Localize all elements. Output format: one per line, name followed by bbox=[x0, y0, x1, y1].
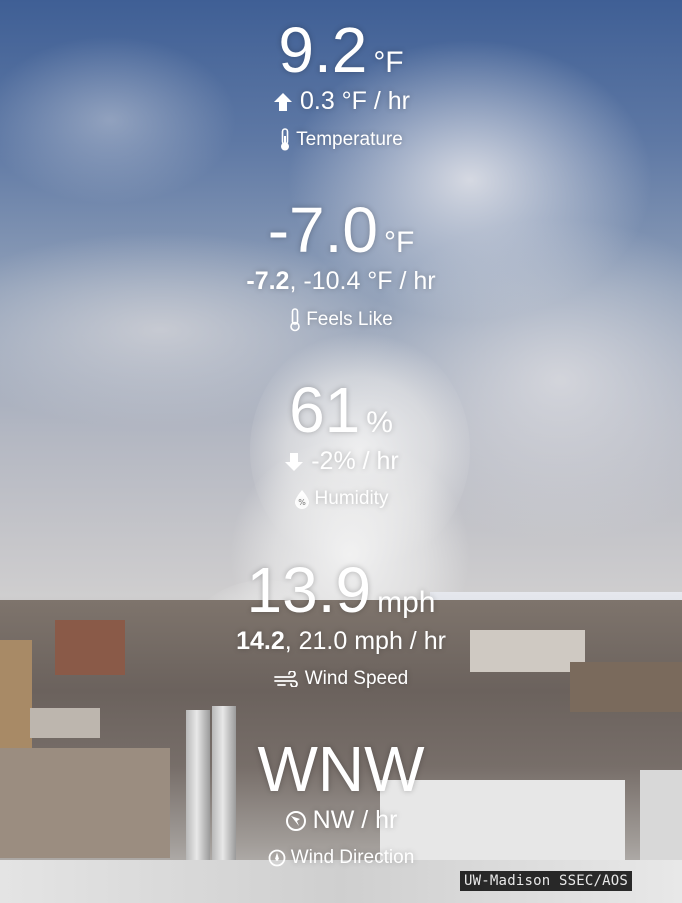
humidity-trend: -2% / hr bbox=[311, 447, 399, 475]
wind-speed-value: 13.9 bbox=[246, 554, 372, 626]
arrow-down-icon bbox=[283, 451, 305, 473]
wind-direction-value: WNW bbox=[257, 733, 425, 805]
wind-speed-extra: , 21.0 mph / hr bbox=[284, 627, 446, 655]
image-credit: UW-Madison SSEC/AOS bbox=[460, 871, 632, 891]
humidity-value: 61 bbox=[289, 374, 361, 446]
wind-icon bbox=[273, 670, 300, 687]
arrow-up-icon bbox=[272, 91, 294, 113]
humidity-label: Humidity bbox=[314, 487, 389, 509]
compass-icon bbox=[268, 849, 286, 867]
feels-like-extra: , -10.4 °F / hr bbox=[289, 267, 436, 295]
wind-speed-reading: 13.9 mph 14.2, 21.0 mph / hr Wind Speed bbox=[0, 558, 682, 690]
wind-speed-gust: 14.2 bbox=[236, 627, 285, 655]
wind-direction-trend: NW / hr bbox=[312, 806, 398, 834]
temperature-unit: °F bbox=[373, 46, 404, 79]
temperature-label: Temperature bbox=[296, 128, 403, 150]
humidity-drop-icon: % bbox=[294, 489, 310, 509]
feels-like-current: -7.2 bbox=[246, 267, 290, 295]
feels-like-unit: °F bbox=[383, 226, 415, 259]
feels-like-reading: -7.0 °F -7.2, -10.4 °F / hr Feels Like bbox=[0, 198, 682, 332]
svg-text:%: % bbox=[298, 498, 306, 507]
wind-direction-reading: WNW NW / hr Wind Direction bbox=[0, 737, 682, 869]
direction-icon bbox=[285, 810, 307, 832]
building bbox=[30, 708, 100, 738]
humidity-reading: 61 % -2% / hr % Humidity bbox=[0, 378, 682, 510]
temperature-trend: 0.3 °F / hr bbox=[299, 87, 411, 115]
temperature-reading: 9.2 °F 0.3 °F / hr Temperature bbox=[0, 18, 682, 152]
wind-speed-label: Wind Speed bbox=[304, 667, 409, 689]
thermometer-icon bbox=[289, 307, 301, 332]
thermometer-icon bbox=[279, 127, 291, 152]
feels-like-label: Feels Like bbox=[306, 308, 393, 330]
wind-speed-unit: mph bbox=[377, 586, 436, 619]
feels-like-value: -7.0 bbox=[267, 194, 378, 266]
wind-direction-label: Wind Direction bbox=[290, 846, 415, 868]
temperature-value: 9.2 bbox=[278, 14, 368, 86]
humidity-unit: % bbox=[366, 406, 393, 439]
